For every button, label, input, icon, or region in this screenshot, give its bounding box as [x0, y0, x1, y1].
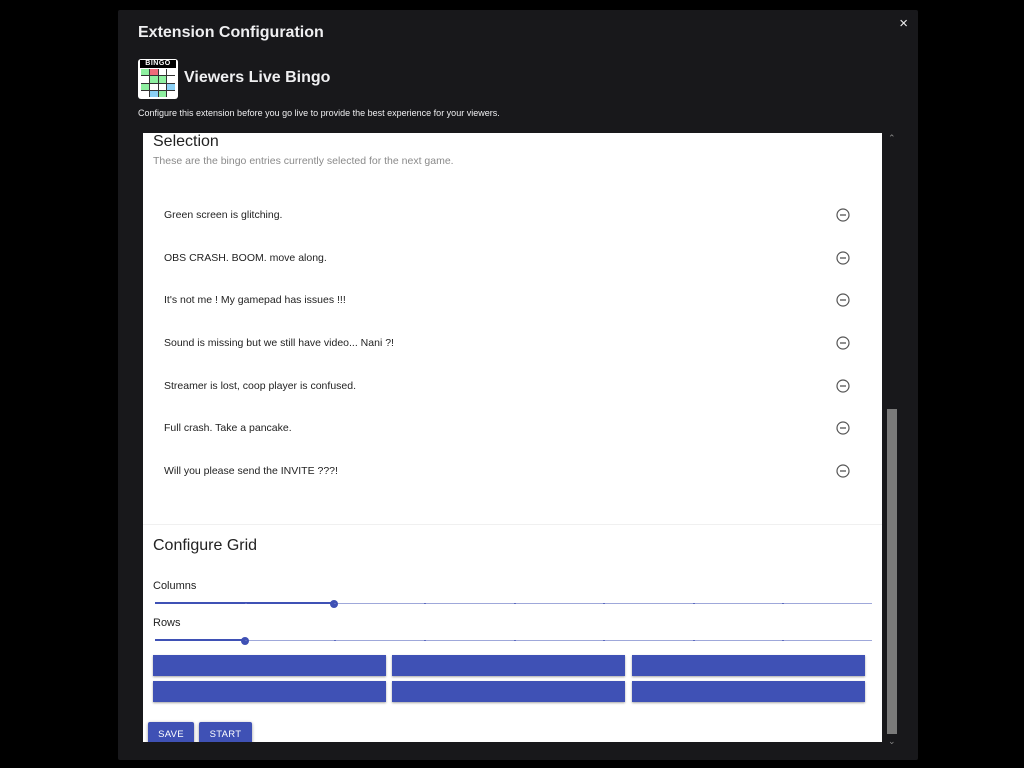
panel-scrollbar[interactable]: ⌃ ⌄ — [885, 133, 899, 748]
selection-item: Full crash. Take a pancake. — [143, 408, 882, 451]
grid-cell-button[interactable] — [632, 655, 865, 676]
modal-title: Extension Configuration — [138, 24, 324, 41]
bingo-cell — [141, 83, 149, 90]
bingo-cell — [167, 76, 175, 83]
bingo-cell — [149, 69, 158, 76]
selection-item: OBS CRASH. BOOM. move along. — [143, 238, 882, 281]
minus-circle-icon[interactable] — [836, 464, 850, 478]
slider-tick — [244, 640, 247, 641]
columns-slider-thumb[interactable] — [330, 600, 339, 608]
rows-slider-thumb[interactable] — [240, 637, 249, 645]
slider-tick — [423, 603, 426, 604]
bingo-cell — [141, 90, 149, 97]
minus-circle-icon[interactable] — [836, 293, 850, 307]
columns-slider[interactable] — [155, 599, 872, 609]
selection-item: Streamer is lost, coop player is confuse… — [143, 366, 882, 409]
grid-cell-button[interactable] — [153, 655, 386, 676]
grid-cell-button[interactable] — [392, 655, 625, 676]
grid-cell-button[interactable] — [153, 681, 386, 702]
scrollbar-thumb[interactable] — [887, 409, 897, 734]
grid-cell-button[interactable] — [392, 681, 625, 702]
bingo-cell — [158, 76, 167, 83]
minus-circle-icon[interactable] — [836, 251, 850, 265]
slider-tick — [603, 603, 606, 604]
selection-item: It's not me ! My gamepad has issues !!! — [143, 280, 882, 323]
bingo-cell — [158, 69, 167, 76]
slider-tick — [782, 640, 785, 641]
selection-item: Sound is missing but we still have video… — [143, 323, 882, 366]
bingo-cell — [167, 90, 175, 97]
slider-tick — [334, 603, 337, 604]
selection-subtitle: These are the bingo entries currently se… — [153, 155, 454, 167]
slider-tick — [692, 603, 695, 604]
start-button[interactable]: START — [199, 722, 252, 742]
slider-tick — [782, 603, 785, 604]
minus-circle-icon[interactable] — [836, 379, 850, 393]
selection-item-text: Green screen is glitching. — [164, 209, 283, 221]
bingo-cell — [158, 83, 167, 90]
minus-circle-icon[interactable] — [836, 421, 850, 436]
selection-item-text: OBS CRASH. BOOM. move along. — [164, 251, 327, 264]
bingo-cell — [149, 83, 158, 90]
selection-item: Will you please send the INVITE ???! — [143, 451, 882, 494]
configure-grid-title: Configure Grid — [153, 537, 258, 554]
extension-name: Viewers Live Bingo — [184, 69, 331, 86]
slider-tick — [513, 640, 516, 641]
bingo-cell — [141, 69, 149, 76]
selection-item-text: Full crash. Take a pancake. — [164, 422, 292, 435]
extension-description: Configure this extension before you go l… — [138, 108, 500, 118]
close-button[interactable]: × — [899, 16, 908, 32]
bingo-cell — [141, 76, 149, 83]
selection-item-text: Will you please send the INVITE ???! — [164, 465, 338, 478]
minus-circle-icon[interactable] — [836, 336, 850, 350]
configure-grid-section: Configure Grid Columns Rows SAVE START — [143, 525, 882, 742]
selection-item-text: Sound is missing but we still have video… — [164, 337, 394, 350]
bingo-banner: BINGO — [140, 60, 176, 68]
bingo-app-icon: BINGO — [138, 59, 178, 99]
slider-tick — [423, 640, 426, 641]
slider-tick — [513, 603, 516, 604]
bingo-cell — [149, 76, 158, 83]
selection-item: Green screen is glitching. — [143, 195, 882, 238]
minus-circle-icon[interactable] — [836, 208, 850, 222]
rows-label: Rows — [153, 617, 181, 629]
rows-slider[interactable] — [155, 636, 872, 646]
scroll-up-icon[interactable]: ⌃ — [888, 133, 896, 144]
scroll-down-icon[interactable]: ⌄ — [888, 736, 896, 747]
rows-slider-fill — [155, 639, 245, 641]
slider-tick — [692, 640, 695, 641]
selection-header: Selection These are the bingo entries cu… — [153, 133, 454, 167]
bingo-cell — [149, 90, 158, 97]
selection-title: Selection — [153, 133, 219, 150]
columns-label: Columns — [153, 580, 197, 592]
extension-config-modal: × Extension Configuration BINGO Viewers … — [118, 10, 918, 760]
bingo-cell — [167, 83, 175, 90]
bingo-cell — [158, 90, 167, 97]
slider-tick — [244, 603, 247, 604]
grid-cell-button[interactable] — [632, 681, 865, 702]
slider-tick — [334, 640, 337, 641]
slider-tick — [603, 640, 606, 641]
selection-list: Green screen is glitching. OBS CRASH. BOO… — [143, 195, 882, 494]
bingo-cell — [167, 69, 175, 76]
bingo-grid-icon — [141, 69, 175, 97]
config-panel: Selection These are the bingo entries cu… — [143, 133, 882, 742]
selection-item-text: It's not me ! My gamepad has issues !!! — [164, 294, 346, 307]
selection-item-text: Streamer is lost, coop player is confuse… — [164, 379, 357, 392]
save-button[interactable]: SAVE — [148, 722, 194, 742]
